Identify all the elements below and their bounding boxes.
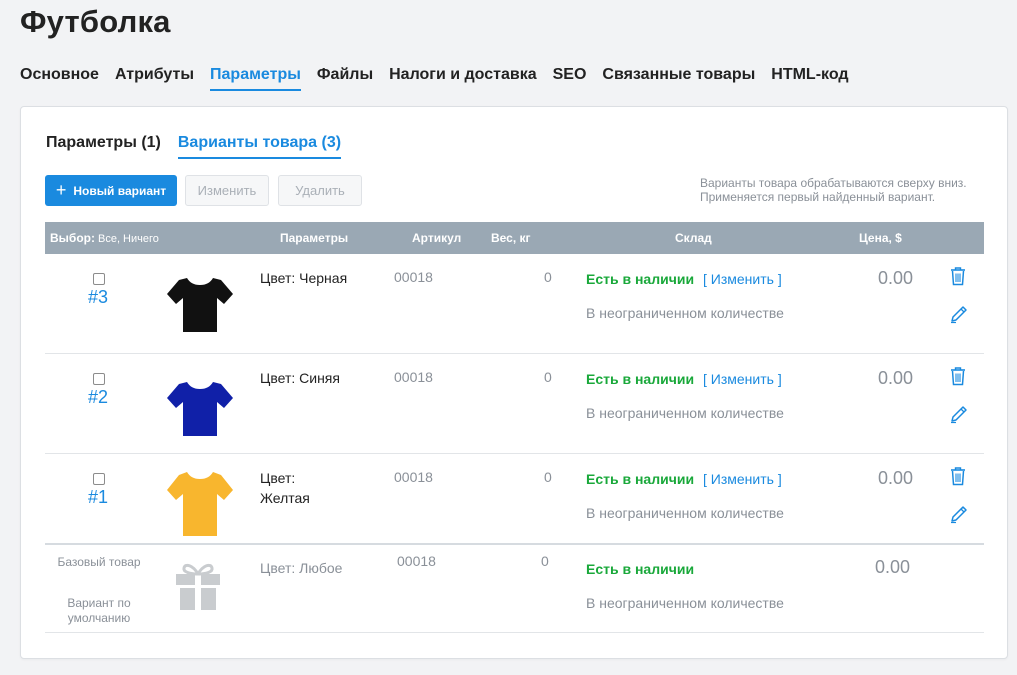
trash-icon[interactable] [949,366,967,386]
variant-sku: 00018 [394,469,433,485]
trash-icon[interactable] [949,466,967,486]
tshirt-image [167,278,233,332]
tshirt-image [167,382,233,436]
variant-price: 0.00 [878,268,914,288]
table-row: #3 Цвет: Черная 00018 0 Есть в наличии [… [45,254,984,354]
stock-quantity: В неограниченном количестве [586,305,784,321]
header-select: Выбор: Все, Ничего [50,231,159,245]
tab-seo[interactable]: SEO [553,66,587,91]
main-tabs: Основное Атрибуты Параметры Файлы Налоги… [20,66,849,91]
variant-number: #1 [88,487,109,507]
variant-price: 0.00 [878,468,914,488]
base-product-label: Базовый товар [57,555,141,569]
header-stock: Склад [675,231,712,245]
header-price: Цена, $ [859,231,902,245]
tab-attributes[interactable]: Атрибуты [115,66,194,91]
table-row: #1 Цвет: Желтая 00018 0 Есть в наличии [… [45,454,984,554]
change-stock-link[interactable]: [ Изменить ] [703,471,782,487]
page-title: Футболка [20,4,171,39]
edit-button[interactable]: Изменить [185,175,269,206]
base-weight: 0 [541,553,549,569]
variant-sku: 00018 [394,269,433,285]
variant-price: 0.00 [878,368,914,388]
row-checkbox[interactable] [93,273,105,285]
base-price: 0.00 [875,557,911,577]
plus-icon: + [55,179,67,200]
default-variant-label: Вариант по умолчанию [67,596,131,625]
variant-sku: 00018 [394,369,433,385]
stock-status: Есть в наличии [586,471,695,487]
trash-icon[interactable] [949,266,967,286]
table-header: Выбор: Все, Ничего Параметры Артикул Вес,… [45,222,984,254]
change-stock-link[interactable]: [ Изменить ] [703,271,782,287]
header-sku: Артикул [412,231,462,245]
tab-files[interactable]: Файлы [317,66,373,91]
table-row: #2 Цвет: Синяя 00018 0 Есть в наличии [ … [45,354,984,454]
variant-weight: 0 [544,469,552,485]
pencil-icon[interactable] [949,304,969,324]
variants-hint: Варианты товара обрабатываются сверху вн… [700,176,982,204]
header-weight: Вес, кг [491,231,531,245]
select-all-none-links[interactable]: Все, Ничего [98,233,159,245]
new-variant-button[interactable]: + Новый вариант [45,175,177,206]
base-param: Цвет: Любое [260,560,343,576]
tab-related-products[interactable]: Связанные товары [602,66,755,91]
subtab-parameters[interactable]: Параметры (1) [46,134,161,159]
variant-param: Цвет: Желтая [260,470,310,506]
change-stock-link[interactable]: [ Изменить ] [703,371,782,387]
hint-line-1: Варианты товара обрабатываются сверху вн… [700,176,967,190]
sub-tabs: Параметры (1) Варианты товара (3) [46,134,342,159]
tab-taxes-delivery[interactable]: Налоги и доставка [389,66,537,91]
stock-quantity: В неограниченном количестве [586,505,784,521]
stock-quantity: В неограниченном количестве [586,595,784,611]
stock-status: Есть в наличии [586,561,695,577]
delete-button[interactable]: Удалить [278,175,362,206]
tab-parameters[interactable]: Параметры [210,66,301,91]
variant-weight: 0 [544,269,552,285]
row-checkbox[interactable] [93,473,105,485]
tab-html-code[interactable]: HTML-код [771,66,848,91]
variant-number: #3 [88,287,109,307]
stock-status: Есть в наличии [586,371,695,387]
base-product-row: Базовый товар Вариант по умолчанию Цвет:… [45,543,984,633]
row-checkbox[interactable] [93,373,105,385]
header-params: Параметры [280,231,349,245]
stock-quantity: В неограниченном количестве [586,405,784,421]
header-select-label: Выбор: [50,231,95,245]
stock-status: Есть в наличии [586,271,695,287]
tshirt-image [167,472,233,536]
variants-card: Параметры (1) Варианты товара (3) + Новы… [20,106,1008,659]
variant-weight: 0 [544,369,552,385]
gift-icon [176,563,220,610]
variant-param: Цвет: Черная [260,270,348,286]
pencil-icon[interactable] [949,504,969,524]
new-variant-label: Новый вариант [73,183,167,198]
tab-main[interactable]: Основное [20,66,99,91]
variant-number: #2 [88,387,109,407]
variant-param: Цвет: Синяя [260,370,340,386]
base-sku: 00018 [397,553,436,569]
pencil-icon[interactable] [949,404,969,424]
hint-line-2: Применяется первый найденный вариант. [700,190,936,204]
subtab-variants[interactable]: Варианты товара (3) [177,134,342,159]
